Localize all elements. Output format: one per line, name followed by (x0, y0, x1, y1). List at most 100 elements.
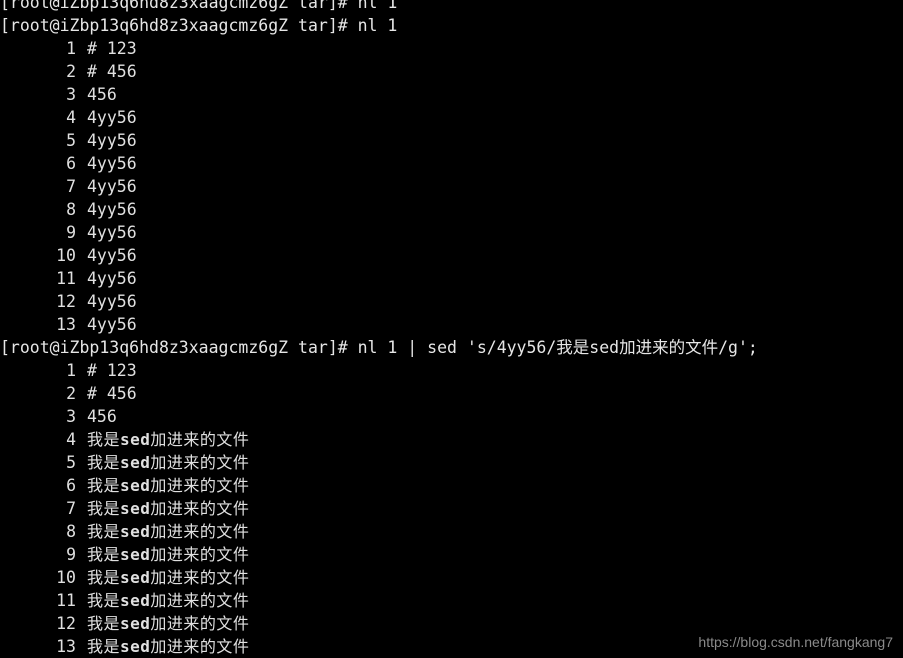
output-line: 11 4yy56 (0, 267, 903, 290)
output-line-number: 2 (66, 62, 76, 81)
output-line: 10 我是sed加进来的文件 (0, 566, 903, 589)
inline-cjk-token: 我是 (87, 568, 121, 587)
output-line-number: 4 (66, 108, 76, 127)
inline-cjk-token: 加进来的文件 (150, 430, 250, 449)
output-line-text: 456 (87, 407, 117, 426)
output-line-number: 3 (66, 85, 76, 104)
terminal-output-area[interactable]: [root@iZbp13q6hd8z3xaagcmz6gZ tar]# nl 1… (0, 0, 903, 658)
output-line: 12 我是sed加进来的文件 (0, 612, 903, 635)
output-line-text: 我是sed加进来的文件 (76, 612, 249, 635)
output-line-number: 11 (56, 269, 76, 288)
output-line-number: 7 (66, 499, 76, 518)
output-line-number: 9 (66, 545, 76, 564)
inline-latin-token: sed (120, 430, 151, 449)
output-line: 8 4yy56 (0, 198, 903, 221)
inline-latin-token: sed (120, 476, 151, 495)
command-prompt-line[interactable]: [root@iZbp13q6hd8z3xaagcmz6gZ tar]# nl 1 (0, 14, 903, 37)
output-line-text: # 456 (87, 384, 137, 403)
output-line: 6 我是sed加进来的文件 (0, 474, 903, 497)
watermark-url: https://blog.csdn.net/fangkang7 (698, 634, 893, 650)
output-line: 7 4yy56 (0, 175, 903, 198)
inline-cjk-token: 我是 (87, 522, 121, 541)
output-line-text: 456 (87, 85, 117, 104)
output-line-number: 3 (66, 407, 76, 426)
output-line-number: 11 (56, 591, 76, 610)
output-line-text: 4yy56 (87, 315, 137, 334)
output-line-number: 2 (66, 384, 76, 403)
output-line-text: # 123 (87, 39, 137, 58)
output-line-number: 5 (66, 131, 76, 150)
output-line-number: 1 (66, 361, 76, 380)
output-line-text: 我是sed加进来的文件 (76, 566, 249, 589)
output-line-number: 10 (56, 246, 76, 265)
output-line-number: 13 (56, 637, 76, 656)
output-line-number: 12 (56, 614, 76, 633)
output-line: 10 4yy56 (0, 244, 903, 267)
output-line-text: 我是sed加进来的文件 (76, 451, 249, 474)
inline-cjk-token: 加进来的文件 (150, 591, 250, 610)
command-prompt-line[interactable]: [root@iZbp13q6hd8z3xaagcmz6gZ tar]# nl 1… (0, 336, 903, 359)
inline-cjk-token: 我是 (87, 545, 121, 564)
output-line-number: 12 (56, 292, 76, 311)
output-line-text: # 456 (87, 62, 137, 81)
output-line-text: 4yy56 (87, 246, 137, 265)
output-line: 4 4yy56 (0, 106, 903, 129)
inline-latin-token: sed (120, 453, 151, 472)
inline-cjk-token: 加进来的文件 (150, 568, 250, 587)
inline-cjk-token: 加进来的文件 (150, 545, 250, 564)
output-line-number: 4 (66, 430, 76, 449)
inline-cjk-token: 加进来的文件 (150, 453, 250, 472)
inline-cjk-token: 加进来的文件 (150, 522, 250, 541)
inline-cjk-token: 我是 (87, 591, 121, 610)
output-line-text: # 123 (87, 361, 137, 380)
output-line-text: 我是sed加进来的文件 (76, 474, 249, 497)
output-line-text: 我是sed加进来的文件 (76, 497, 249, 520)
output-line: 1 # 123 (0, 359, 903, 382)
output-line-text: 4yy56 (87, 177, 137, 196)
output-line: 5 4yy56 (0, 129, 903, 152)
output-line: 4 我是sed加进来的文件 (0, 428, 903, 451)
output-line-number: 6 (66, 476, 76, 495)
output-line-text: 4yy56 (87, 223, 137, 242)
terminal-scrollback-partial-line: [root@iZbp13q6hd8z3xaagcmz6gZ tar]# nl 1 (0, 0, 398, 12)
output-line-number: 8 (66, 522, 76, 541)
output-line: 5 我是sed加进来的文件 (0, 451, 903, 474)
inline-cjk-token: 我是 (87, 476, 121, 495)
inline-cjk-token: 加进来的文件 (150, 499, 250, 518)
inline-cjk-token: 我是 (87, 453, 121, 472)
output-line-text: 我是sed加进来的文件 (76, 428, 249, 451)
output-line-number: 8 (66, 200, 76, 219)
output-line-number: 7 (66, 177, 76, 196)
inline-latin-token: sed (120, 614, 151, 633)
output-line: 9 我是sed加进来的文件 (0, 543, 903, 566)
output-line: 8 我是sed加进来的文件 (0, 520, 903, 543)
output-line-number: 5 (66, 453, 76, 472)
output-line: 3 456 (0, 405, 903, 428)
inline-latin-token: sed (120, 568, 151, 587)
output-line: 6 4yy56 (0, 152, 903, 175)
output-line-text: 4yy56 (87, 108, 137, 127)
output-line-number: 9 (66, 223, 76, 242)
output-line-text: 4yy56 (87, 269, 137, 288)
inline-latin-token: sed (120, 499, 151, 518)
output-line-text: 我是sed加进来的文件 (76, 543, 249, 566)
output-line-text: 我是sed加进来的文件 (76, 635, 249, 658)
output-line-number: 10 (56, 568, 76, 587)
output-line-number: 13 (56, 315, 76, 334)
inline-cjk-token: 加进来的文件 (150, 637, 250, 656)
output-line: 7 我是sed加进来的文件 (0, 497, 903, 520)
inline-cjk-token: 加进来的文件 (150, 476, 250, 495)
output-line-text: 4yy56 (87, 200, 137, 219)
output-line: 3 456 (0, 83, 903, 106)
inline-cjk-token: 我是 (87, 637, 121, 656)
inline-latin-token: sed (120, 522, 151, 541)
output-line-text: 4yy56 (87, 131, 137, 150)
inline-latin-token: sed (120, 637, 151, 656)
output-line: 2 # 456 (0, 60, 903, 83)
output-line-text: 我是sed加进来的文件 (76, 589, 249, 612)
output-line: 1 # 123 (0, 37, 903, 60)
output-line-number: 1 (66, 39, 76, 58)
inline-latin-token: sed (120, 591, 151, 610)
output-line: 9 4yy56 (0, 221, 903, 244)
inline-cjk-token: 我是 (87, 614, 121, 633)
